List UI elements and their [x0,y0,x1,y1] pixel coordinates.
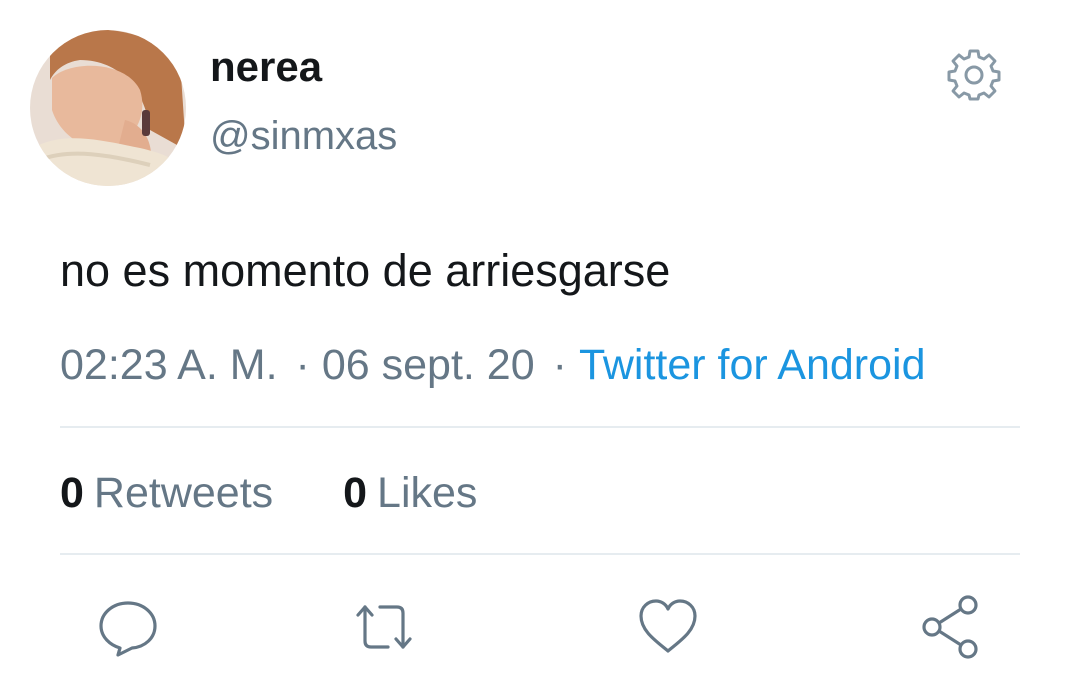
retweets-stat[interactable]: 0 Retweets [60,472,273,515]
likes-stat[interactable]: 0 Likes [343,472,477,515]
reply-icon[interactable] [96,595,160,659]
tweet-meta: 02:23 A. M. · 06 sept. 20 · Twitter for Andr… [60,344,926,387]
divider [60,553,1020,555]
tweet-stats: 0 Retweets 0 Likes [60,472,477,515]
retweet-icon[interactable] [352,595,416,659]
separator-dot: · [295,341,310,389]
tweet-source-link[interactable]: Twitter for Android [579,341,926,389]
gear-icon[interactable] [947,48,1001,102]
tweet-date: 06 sept. 20 [321,341,535,389]
separator-dot: · [552,341,567,389]
tweet-time: 02:23 A. M. [60,341,278,389]
avatar[interactable] [30,30,186,186]
tweet-card: nerea @sinmxas no es momento de arriesga… [0,0,1080,693]
divider [60,426,1020,428]
retweets-count: 0 [60,469,84,517]
display-name[interactable]: nerea [210,46,322,88]
retweets-label: Retweets [93,469,274,517]
tweet-text: no es momento de arriesgarse [60,245,671,296]
avatar-image [30,30,186,186]
heart-icon[interactable] [636,595,700,659]
user-handle[interactable]: @sinmxas [210,116,397,156]
likes-count: 0 [343,469,368,517]
likes-label: Likes [377,469,478,517]
share-icon[interactable] [918,595,982,659]
